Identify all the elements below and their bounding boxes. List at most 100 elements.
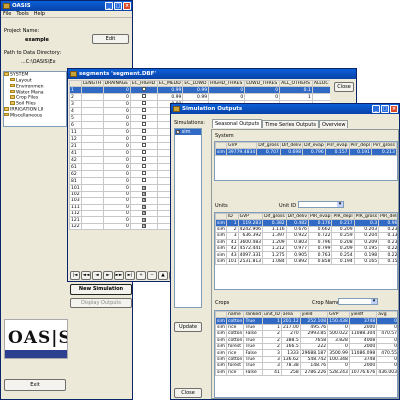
table-cell[interactable]: cotton — [226, 336, 245, 344]
table-cell[interactable]: 0 — [102, 107, 131, 116]
table-cell[interactable]: 0 — [102, 142, 131, 151]
segments-titlebar[interactable]: segments 'segment.DBF' — [68, 69, 356, 79]
table-cell[interactable]: 500.022 — [327, 330, 350, 338]
table-cell[interactable]: 150.438 — [327, 317, 350, 325]
table-cell[interactable]: 101 — [69, 184, 82, 192]
table-row[interactable]: sim 3 636.392 1.397 0.922 0.722 0.259 0.204 0.13… — [215, 232, 397, 240]
table-cell[interactable]: 62 — [69, 170, 82, 179]
table-cell[interactable]: 4242.906 — [237, 225, 264, 234]
table-cell[interactable] — [80, 100, 104, 109]
checkbox-icon[interactable] — [141, 87, 146, 92]
table-cell[interactable]: 136.62 — [280, 355, 301, 364]
table-cell[interactable]: 3600.483 — [237, 238, 264, 246]
column-header[interactable]: DRAINAGE — [102, 80, 131, 88]
column-header[interactable]: Dif_gross — [256, 142, 281, 150]
table-cell[interactable] — [129, 135, 158, 144]
checkbox-icon[interactable] — [141, 122, 146, 127]
table-cell[interactable]: sim — [215, 219, 227, 227]
table-cell[interactable] — [311, 93, 330, 102]
table-cell[interactable]: sim — [215, 232, 227, 240]
table-cell[interactable]: 11 — [69, 128, 82, 137]
table-cell[interactable] — [80, 114, 104, 123]
table-cell[interactable]: 528.243 — [327, 368, 350, 376]
table-cell[interactable]: 436.003 — [376, 368, 397, 376]
edit-project-button[interactable]: Edit — [92, 34, 129, 44]
tab-seasonal-outputs[interactable]: Seasonal Outputs — [212, 119, 263, 128]
table-cell[interactable] — [129, 149, 158, 158]
table-cell[interactable] — [80, 128, 104, 137]
menu-tools[interactable]: Tools — [16, 11, 28, 17]
table-cell[interactable]: sim — [215, 336, 228, 344]
table-cell[interactable]: 102 — [69, 190, 82, 199]
table-cell[interactable]: 0.213 — [371, 148, 397, 156]
table-cell[interactable]: sim — [215, 238, 227, 246]
table-cell[interactable] — [129, 128, 158, 137]
table-cell[interactable]: 1 — [69, 86, 82, 95]
table-cell[interactable]: 0 — [102, 100, 131, 109]
table-cell[interactable]: 636.392 — [237, 232, 264, 240]
navigator-button[interactable]: ►► — [114, 271, 124, 280]
table-cell[interactable]: 12 — [69, 135, 82, 144]
table-cell[interactable]: 0 — [102, 163, 131, 172]
table-cell[interactable]: sim — [215, 355, 228, 364]
column-header[interactable]: Pirr_depl — [348, 142, 373, 150]
checkbox-icon[interactable] — [141, 94, 146, 99]
table-cell[interactable] — [80, 135, 104, 144]
table-cell[interactable] — [129, 177, 158, 186]
table-cell[interactable] — [80, 170, 104, 179]
display-outputs-button[interactable]: Display Outputs — [70, 298, 132, 308]
navigator-button[interactable]: + — [136, 271, 146, 280]
checkbox-icon[interactable] — [141, 101, 146, 106]
table-cell[interactable]: 122 — [69, 222, 82, 231]
checkbox-icon[interactable] — [141, 157, 146, 162]
table-cell[interactable]: 4572.441 — [237, 244, 264, 253]
table-cell[interactable]: 1 — [279, 93, 313, 102]
table-cell[interactable]: 0.1 — [279, 86, 313, 95]
unit-id-select[interactable] — [298, 201, 344, 208]
table-row[interactable]: sim 2 4242.906 1.116 0.676 0.662 0.209 0.203 0.2… — [215, 225, 397, 234]
table-cell[interactable] — [129, 114, 158, 123]
checkbox-icon[interactable]: × — [141, 217, 146, 222]
column-header[interactable]: ALL_OTHERS — [279, 80, 313, 88]
checkbox-icon[interactable]: × — [141, 192, 146, 196]
table-cell[interactable]: 0.707 — [256, 148, 281, 156]
oasis-titlebar[interactable]: OASIS _ □ × — [1, 1, 132, 11]
update-button[interactable]: Update — [174, 322, 202, 332]
table-cell[interactable]: sim — [215, 330, 228, 338]
simulation-item[interactable]: ✓ sim — [175, 129, 201, 135]
table-cell[interactable] — [80, 121, 104, 130]
table-cell[interactable]: sim — [215, 148, 227, 156]
table-cell[interactable]: 0.157 — [324, 148, 350, 156]
checkbox-icon[interactable] — [141, 178, 146, 183]
table-cell[interactable]: sim — [215, 257, 227, 266]
navigator-button[interactable]: ◄◄ — [81, 271, 91, 280]
checkbox-icon[interactable] — [141, 115, 146, 120]
maximize-button[interactable]: □ — [114, 2, 122, 10]
table-cell[interactable]: 11086.098 — [348, 349, 378, 357]
table-cell[interactable] — [129, 170, 158, 179]
checkbox-icon[interactable] — [141, 143, 146, 148]
table-cell[interactable]: 0 — [102, 114, 131, 123]
table-cell[interactable]: 21 — [69, 142, 82, 151]
units-table[interactable]: ID GVP Dif_gross Dif_deliv PIR_evap PIR_depl P… — [215, 213, 397, 266]
new-simulation-button[interactable]: New Simulation — [70, 284, 132, 295]
table-cell[interactable]: 258 — [280, 368, 301, 376]
menu-file[interactable]: File — [3, 11, 11, 17]
minimize-button[interactable]: _ — [105, 2, 113, 10]
checkbox-icon[interactable]: × — [141, 211, 146, 216]
table-cell[interactable]: 29688.187 — [299, 349, 329, 357]
column-header[interactable]: Pirr_gross — [371, 142, 397, 150]
tab-overview[interactable]: Overview — [318, 120, 349, 128]
table-cell[interactable]: 0 — [102, 156, 131, 165]
table-cell[interactable]: 101 — [226, 257, 239, 266]
table-cell[interactable] — [129, 163, 158, 172]
table-cell[interactable] — [80, 163, 104, 172]
table-cell[interactable]: 201.12 — [280, 317, 301, 325]
table-cell[interactable]: 1.084 — [262, 257, 287, 266]
table-cell[interactable]: 10776.676 — [348, 368, 378, 376]
table-cell[interactable]: 0 — [102, 149, 131, 158]
table-cell[interactable]: 4 — [69, 107, 82, 116]
table-cell[interactable]: 0.892 — [285, 257, 310, 266]
table-row[interactable]: sim rice False 41 258 2786.226 528.243 10776.67… — [215, 368, 397, 376]
table-cell[interactable]: sim — [215, 251, 227, 259]
